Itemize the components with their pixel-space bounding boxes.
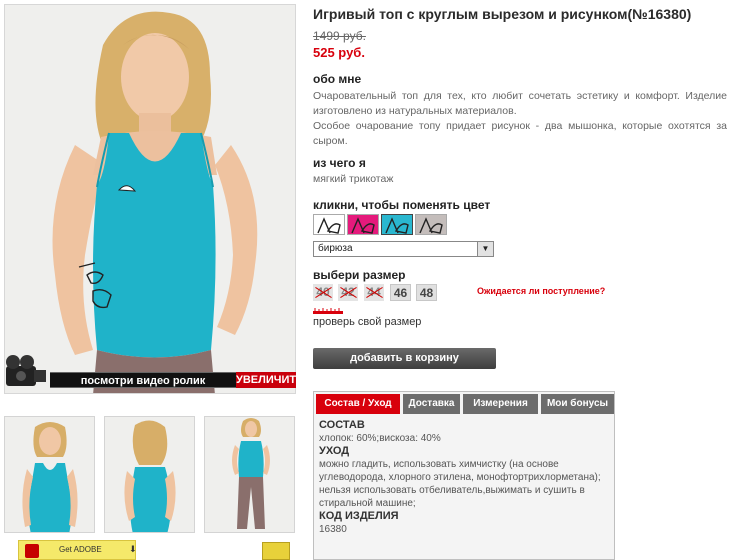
ruler-icon [313, 308, 343, 314]
size-check-link[interactable]: проверь свой размер [313, 316, 421, 328]
video-camera-icon [6, 355, 46, 386]
tank-top-shape [93, 133, 216, 358]
swatch-white[interactable] [313, 214, 345, 235]
adobe-label: Get ADOBE [59, 545, 102, 554]
size-option-44: 44 [364, 284, 384, 301]
watch-video-button[interactable]: посмотри видео ролик [50, 372, 236, 388]
color-heading: кликни, чтобы поменять цвет [313, 198, 491, 212]
thumbnail-back[interactable] [104, 416, 195, 533]
size-option-48[interactable]: 48 [416, 284, 437, 301]
video-bar: посмотри видео ролик УВЕЛИЧИТЬ [4, 352, 304, 394]
tab-bar: Состав / Уход Доставка Измерения Мои бон… [316, 394, 614, 414]
adobe-icon [25, 544, 39, 558]
old-price: 1499 руб. [313, 29, 366, 43]
swatch-turquoise[interactable] [381, 214, 413, 235]
swatch-print-icon [317, 217, 341, 234]
color-select-value: бирюза [318, 243, 353, 254]
restock-notify-link[interactable]: Ожидается ли поступление? [477, 286, 605, 296]
size-options: 40 42 44 46 48 [313, 284, 493, 302]
product-main-photo[interactable] [4, 4, 296, 394]
tab-composition-care[interactable]: Состав / Уход [316, 394, 400, 414]
badge-icon [262, 542, 290, 560]
tab-content: СОСТАВ хлопок: 60%;вискоза: 40% УХОД мож… [319, 419, 609, 536]
download-arrow-icon: ⬇ [129, 544, 137, 554]
tab-delivery[interactable]: Доставка [403, 394, 460, 414]
chevron-down-icon[interactable]: ▼ [477, 242, 493, 256]
product-description: Очаровательный топ для тех, кто любит со… [313, 89, 727, 149]
swatch-print-icon [385, 217, 409, 234]
thumbnail-back-image [105, 417, 194, 532]
swatch-print-icon [351, 217, 375, 234]
thumbnail-front-image [5, 417, 94, 532]
composition-heading: СОСТАВ [319, 419, 365, 431]
description-line-2: Особое очарование топу придает рисунок -… [313, 120, 727, 147]
tab-bonuses[interactable]: Мои бонусы [541, 394, 614, 414]
care-heading: УХОД [319, 445, 350, 457]
color-swatches [313, 214, 453, 236]
thumbnail-strip [4, 416, 296, 534]
info-tabs-panel: Состав / Уход Доставка Измерения Мои бон… [313, 391, 615, 560]
thumbnail-full[interactable] [204, 416, 295, 533]
material-text: мягкий трикотаж [313, 173, 394, 185]
size-option-46[interactable]: 46 [390, 284, 411, 301]
size-heading: выбери размер [313, 268, 406, 282]
thumbnail-full-image [205, 417, 294, 532]
add-to-cart-button[interactable]: добавить в корзину [313, 348, 496, 369]
product-title: Игривый топ с круглым вырезом и рисунком… [313, 6, 692, 22]
swatch-grey[interactable] [415, 214, 447, 235]
material-heading: из чего я [313, 156, 366, 170]
zoom-button[interactable]: УВЕЛИЧИТЬ [236, 372, 304, 388]
color-select[interactable]: бирюза ▼ [313, 241, 494, 257]
adobe-banner: Get ADOBE ⬇ [4, 540, 296, 560]
tab-measurements[interactable]: Измерения [463, 394, 538, 414]
description-line-1: Очаровательный топ для тех, кто любит со… [313, 90, 727, 117]
size-option-42: 42 [338, 284, 358, 301]
about-heading: обо мне [313, 72, 362, 86]
code-heading: КОД ИЗДЕЛИЯ [319, 510, 399, 522]
model-photo-illustration [5, 5, 295, 393]
swatch-pink[interactable] [347, 214, 379, 235]
code-text: 16380 [319, 524, 347, 535]
new-price: 525 руб. [313, 45, 365, 60]
size-option-40: 40 [313, 284, 333, 301]
care-text: можно гладить, использовать химчистку (н… [319, 459, 601, 509]
get-adobe-button[interactable]: Get ADOBE ⬇ [18, 540, 137, 560]
swatch-print-icon [419, 217, 443, 234]
composition-text: хлопок: 60%;вискоза: 40% [319, 433, 441, 444]
thumbnail-front[interactable] [4, 416, 95, 533]
